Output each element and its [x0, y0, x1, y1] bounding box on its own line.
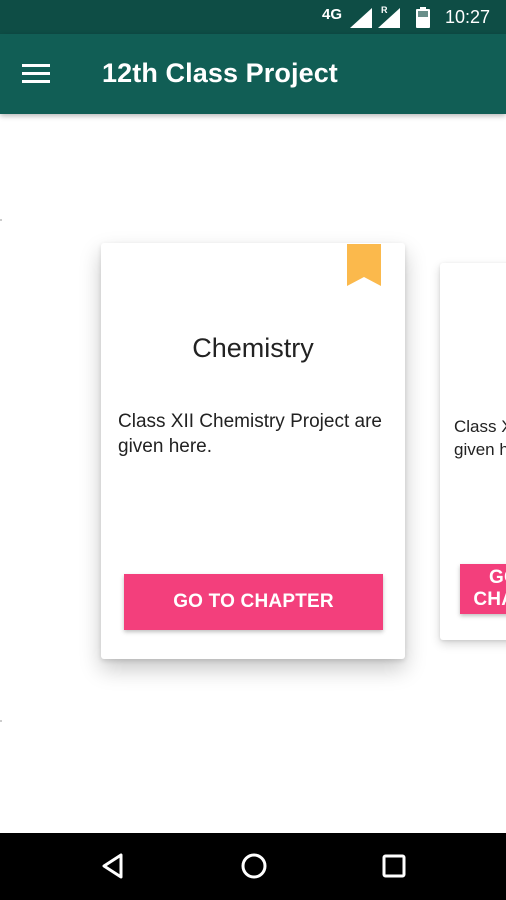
subject-card-next[interactable]: Class XII Physics Project are given here…: [440, 263, 506, 640]
card-title: Chemistry: [192, 333, 314, 363]
hamburger-menu-icon[interactable]: [22, 58, 56, 90]
navigation-bar: [0, 833, 506, 900]
signal-icon: [350, 8, 372, 33]
page-title: 12th Class Project: [102, 58, 338, 88]
go-to-chapter-button[interactable]: GO TO CHAPTER: [124, 574, 383, 630]
back-triangle-icon[interactable]: [99, 851, 129, 881]
go-to-chapter-button[interactable]: GO TO CHAPTER: [460, 564, 506, 614]
home-circle-icon[interactable]: [239, 851, 269, 881]
card-description: Class XII Chemistry Project are given he…: [118, 411, 382, 457]
battery-icon: [416, 7, 430, 33]
edge-marker: [0, 720, 2, 722]
clock: 10:27: [445, 7, 491, 27]
card-description: Class XII Physics Project are given here…: [454, 417, 506, 459]
bookmark-icon[interactable]: [347, 244, 381, 286]
network-type-label: 4G: [322, 6, 343, 23]
roaming-label: R: [381, 5, 388, 15]
subject-card-chemistry[interactable]: Chemistry Class XII Chemistry Project ar…: [101, 243, 405, 659]
card-carousel[interactable]: Chemistry Class XII Chemistry Project ar…: [0, 114, 506, 833]
status-bar: 4G R 10:27: [0, 0, 506, 34]
app-bar: 12th Class Project: [0, 34, 506, 114]
edge-marker: [0, 219, 2, 221]
recent-apps-square-icon[interactable]: [379, 851, 409, 881]
